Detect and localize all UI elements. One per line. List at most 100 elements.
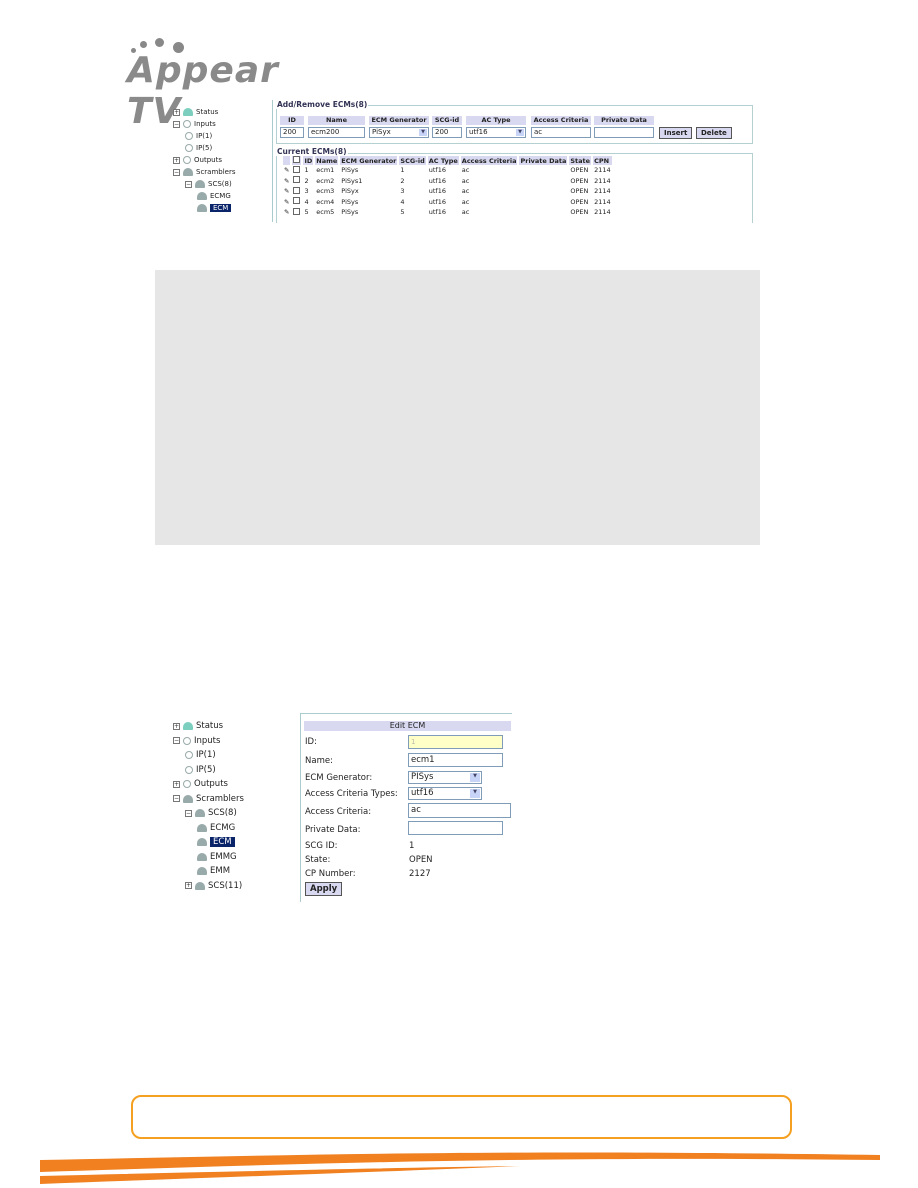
input-icon — [185, 144, 193, 152]
access-criteria-input[interactable]: ac — [531, 127, 591, 138]
table-cell: utf16 — [428, 187, 446, 196]
tree-item-emm[interactable]: EMM — [197, 866, 230, 876]
ac-type-value: utf16 — [469, 128, 488, 136]
row-checkbox[interactable] — [293, 207, 301, 215]
expand-icon[interactable]: + — [173, 722, 180, 730]
lock-icon — [197, 867, 207, 875]
edit-ecm-title: Edit ECM — [304, 721, 511, 731]
collapse-icon[interactable]: − — [173, 737, 180, 744]
tree-item-label: SCS(8) — [208, 808, 237, 818]
ecm-generator-select[interactable]: PiSyx ▼ — [369, 127, 429, 138]
ecm-panel: Add/Remove ECMs(8) ID Name ECM Generator… — [272, 100, 755, 223]
table-cell: 4 — [304, 197, 309, 206]
edit-icon[interactable]: ✎ — [283, 176, 290, 187]
edit-column — [283, 156, 291, 165]
table-row: ✎ 4 ecm4 PiSys 4 utf16 ac OPEN 2114 — [283, 197, 612, 208]
table-cell: 1 — [304, 166, 309, 175]
tree-item-status[interactable]: + Status — [173, 108, 218, 116]
expand-icon[interactable]: + — [173, 108, 180, 116]
insert-button[interactable]: Insert — [659, 127, 693, 139]
scg-id-value: 1 — [409, 841, 415, 851]
collapse-icon[interactable]: − — [173, 795, 180, 802]
lock-icon — [197, 838, 207, 846]
blank-image-area — [155, 270, 760, 545]
table-cell: ecm4 — [316, 197, 335, 206]
tree-item-status[interactable]: + Status — [173, 721, 223, 731]
scg-id-input[interactable]: 200 — [432, 127, 462, 138]
edit-icon[interactable]: ✎ — [283, 197, 290, 208]
column-header: AC Type — [427, 156, 459, 165]
footer-swoosh — [40, 1152, 880, 1184]
row-checkbox[interactable] — [293, 165, 301, 173]
table-cell: ecm1 — [316, 166, 335, 175]
tree-item-scs-11-[interactable]: + SCS(11) — [185, 881, 242, 891]
tree-item-label: Inputs — [194, 735, 221, 746]
name-label: Name: — [305, 756, 333, 766]
tree-item-outputs[interactable]: + Outputs — [173, 156, 222, 164]
tree-item-emmg[interactable]: EMMG — [197, 852, 237, 862]
expand-icon[interactable]: + — [185, 882, 192, 889]
output-icon — [183, 780, 191, 788]
row-checkbox[interactable] — [293, 186, 301, 194]
tree-item-ip-1-[interactable]: IP(1) — [185, 750, 216, 760]
table-row: ✎ 2 ecm2 PiSys1 2 utf16 ac OPEN 2114 — [283, 176, 612, 187]
header-ecm-generator: ECM Generator — [369, 116, 429, 125]
id-input[interactable]: 200 — [280, 127, 304, 138]
table-cell: 3 — [400, 187, 405, 196]
apply-button[interactable]: Apply — [305, 882, 343, 896]
tree-item-ecmg[interactable]: ECMG — [197, 192, 231, 200]
private-data-input[interactable] — [408, 821, 503, 835]
tree-item-ecmg[interactable]: ECMG — [197, 823, 235, 833]
expand-icon[interactable]: + — [173, 780, 180, 788]
table-cell: 3 — [304, 187, 309, 196]
edit-ecm-screenshot: + Status − Inputs IP(1) IP(5) + Outputs − Scrambl… — [165, 713, 512, 902]
table-cell: utf16 — [428, 197, 446, 206]
chevron-down-icon: ▼ — [470, 773, 480, 782]
access-criteria-types-select[interactable]: utf16 ▼ — [408, 787, 482, 800]
delete-button[interactable]: Delete — [696, 127, 732, 139]
table-cell: ac — [461, 208, 470, 217]
tree-item-ecm[interactable]: ECM — [197, 204, 232, 212]
status-icon — [183, 108, 193, 116]
tree-item-scramblers[interactable]: − Scramblers — [173, 168, 236, 176]
collapse-icon[interactable]: − — [173, 120, 180, 128]
tree-item-ecm[interactable]: ECM — [197, 837, 235, 847]
collapse-icon[interactable]: − — [173, 168, 180, 176]
output-icon — [183, 156, 191, 164]
tree-item-label: Outputs — [194, 779, 228, 789]
ac-type-select[interactable]: utf16 ▼ — [466, 127, 526, 138]
name-input[interactable]: ecm200 — [308, 127, 365, 138]
tree-item-outputs[interactable]: + Outputs — [173, 779, 228, 789]
tree-item-label: IP(1) — [196, 750, 216, 760]
access-criteria-label: Access Criteria: — [305, 807, 372, 817]
row-checkbox[interactable] — [293, 197, 301, 205]
row-checkbox[interactable] — [293, 176, 301, 184]
tree-item-ip-5-[interactable]: IP(5) — [185, 144, 212, 152]
tree-item-ip-5-[interactable]: IP(5) — [185, 765, 216, 775]
tree-item-scs-8-[interactable]: − SCS(8) — [185, 808, 237, 818]
table-cell: OPEN — [570, 166, 589, 175]
chevron-down-icon: ▼ — [516, 129, 524, 136]
edit-icon[interactable]: ✎ — [283, 186, 290, 197]
header-ac-type: AC Type — [466, 116, 526, 125]
tree-item-ip-1-[interactable]: IP(1) — [185, 132, 212, 140]
name-input[interactable]: ecm1 — [408, 753, 503, 767]
tree-item-inputs[interactable]: − Inputs — [173, 736, 220, 746]
collapse-icon[interactable]: − — [185, 809, 192, 817]
table-cell: ecm3 — [316, 187, 335, 196]
tree-item-inputs[interactable]: − Inputs — [173, 120, 216, 128]
access-criteria-input[interactable]: ac — [408, 803, 511, 818]
table-cell: PiSyx — [341, 187, 359, 196]
tree-item-scramblers[interactable]: − Scramblers — [173, 794, 244, 804]
select-all-checkbox[interactable] — [293, 156, 301, 163]
tree-item-scs-8-[interactable]: − SCS(8) — [185, 180, 232, 188]
edit-icon[interactable]: ✎ — [283, 165, 290, 176]
lock-icon — [195, 881, 205, 890]
edit-icon[interactable]: ✎ — [283, 207, 290, 218]
private-data-input[interactable] — [594, 127, 654, 138]
table-cell — [519, 176, 567, 187]
ecm-generator-select[interactable]: PISys ▼ — [408, 771, 482, 784]
expand-icon[interactable]: + — [173, 156, 180, 164]
select-all-column — [292, 156, 302, 165]
collapse-icon[interactable]: − — [185, 180, 192, 188]
